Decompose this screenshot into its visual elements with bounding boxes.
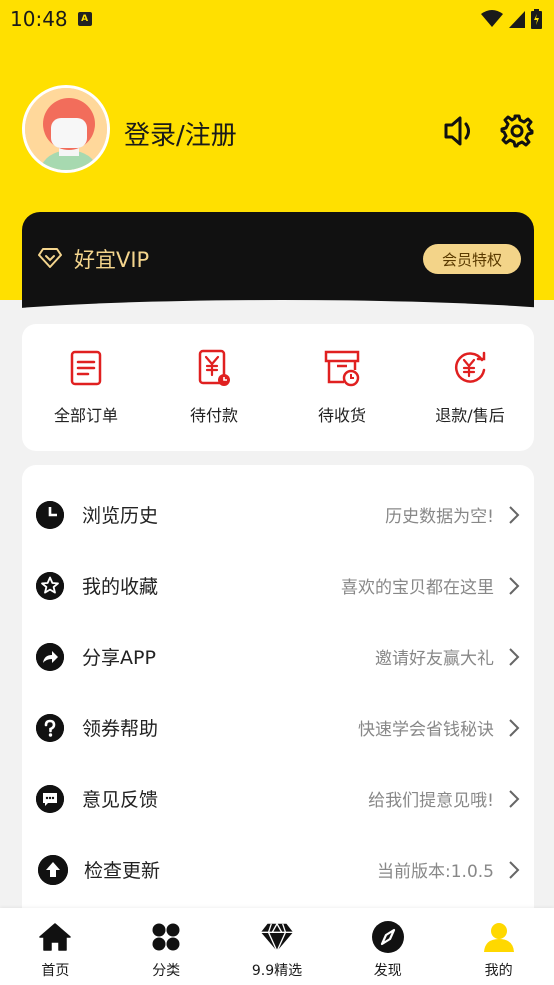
chevron-right-icon [494,787,534,811]
menu-card: 浏览历史 历史数据为空! 我的收藏 喜欢的宝贝都在这里 分享APP 邀请好友赢大… [22,465,534,925]
tab-category[interactable]: 分类 [111,908,222,985]
order-label: 全部订单 [53,406,118,425]
menu-item-share[interactable]: 分享APP 邀请好友赢大礼 [22,621,534,692]
diamond-icon [260,920,294,954]
chevron-right-icon [494,858,534,882]
menu-hint: 当前版本:1.0.5 [377,862,494,882]
wifi-icon [481,10,503,27]
signal-icon [509,11,525,28]
menu-title: 意见反馈 [82,789,159,811]
order-label: 退款/售后 [435,406,505,425]
order-all[interactable]: 全部订单 [22,324,150,451]
menu-item-coupon-help[interactable]: 领券帮助 快速学会省钱秘诀 [22,692,534,763]
vip-label: 好宜VIP [74,248,150,272]
pending-receipt-icon [324,350,360,387]
tab-home[interactable]: 首页 [0,908,111,985]
status-bar: 10:48 A [0,0,554,38]
help-icon [36,713,64,742]
status-icons [481,9,542,29]
refund-icon [455,351,486,383]
menu-hint: 邀请好友赢大礼 [375,649,494,669]
order-refund[interactable]: 退款/售后 [406,324,534,451]
vip-card-curve [22,300,534,312]
order-pending-receipt[interactable]: 待收货 [278,324,406,451]
menu-title: 分享APP [82,647,156,669]
menu-hint: 快速学会省钱秘诀 [358,720,494,740]
chevron-right-icon [494,716,534,740]
avatar[interactable] [22,85,110,173]
tab-label: 9.9精选 [251,963,303,979]
menu-title: 我的收藏 [82,576,159,598]
upload-icon [38,854,68,885]
tab-label: 分类 [152,963,181,979]
vip-privilege-button[interactable]: 会员特权 [423,244,521,274]
chevron-right-icon [494,503,534,527]
menu-item-favorites[interactable]: 我的收藏 喜欢的宝贝都在这里 [22,550,534,621]
menu-item-feedback[interactable]: 意见反馈 给我们提意见哦! [22,763,534,834]
battery-icon [531,9,542,29]
vip-card[interactable]: 好宜VIP 会员特权 [22,212,534,312]
speaker-icon[interactable] [440,112,478,150]
menu-item-history[interactable]: 浏览历史 历史数据为空! [22,479,534,550]
status-time: 10:48 [10,7,68,31]
clock-icon [36,500,64,529]
gear-icon[interactable] [498,112,536,150]
star-icon [36,571,64,600]
accessibility-icon: A [77,12,92,26]
menu-title: 浏览历史 [82,505,159,527]
category-icon [149,920,183,954]
order-label: 待收货 [317,406,366,425]
pending-payment-icon [198,349,230,386]
vip-diamond-icon [38,248,62,268]
feedback-icon [36,784,64,813]
tab-label: 首页 [41,963,70,979]
tab-mine[interactable]: 我的 [443,908,554,985]
user-icon [482,920,516,954]
tab-selection[interactable]: 9.9精选 [222,908,333,985]
tab-label: 我的 [484,963,513,979]
menu-title: 领券帮助 [82,718,159,740]
order-label: 待付款 [189,406,238,425]
tab-label: 发现 [373,963,402,979]
tab-discover[interactable]: 发现 [332,908,443,985]
menu-hint: 给我们提意见哦! [368,791,494,811]
order-list-icon [70,350,102,386]
menu-item-check-update[interactable]: 检查更新 当前版本:1.0.5 [22,834,534,905]
login-register-link[interactable]: 登录/注册 [124,115,237,152]
menu-hint: 历史数据为空! [385,507,494,527]
bottom-tab-bar: 首页 分类 9.9精选 发现 我的 [0,908,554,985]
menu-title: 检查更新 [84,860,161,882]
compass-icon [371,920,405,954]
share-icon [36,642,64,671]
home-icon [38,920,72,954]
chevron-right-icon [494,645,534,669]
menu-hint: 喜欢的宝贝都在这里 [341,578,494,598]
chevron-right-icon [494,574,534,598]
orders-card: 全部订单 待付款 待收货 退款/售后 [22,324,534,451]
order-pending-payment[interactable]: 待付款 [150,324,278,451]
